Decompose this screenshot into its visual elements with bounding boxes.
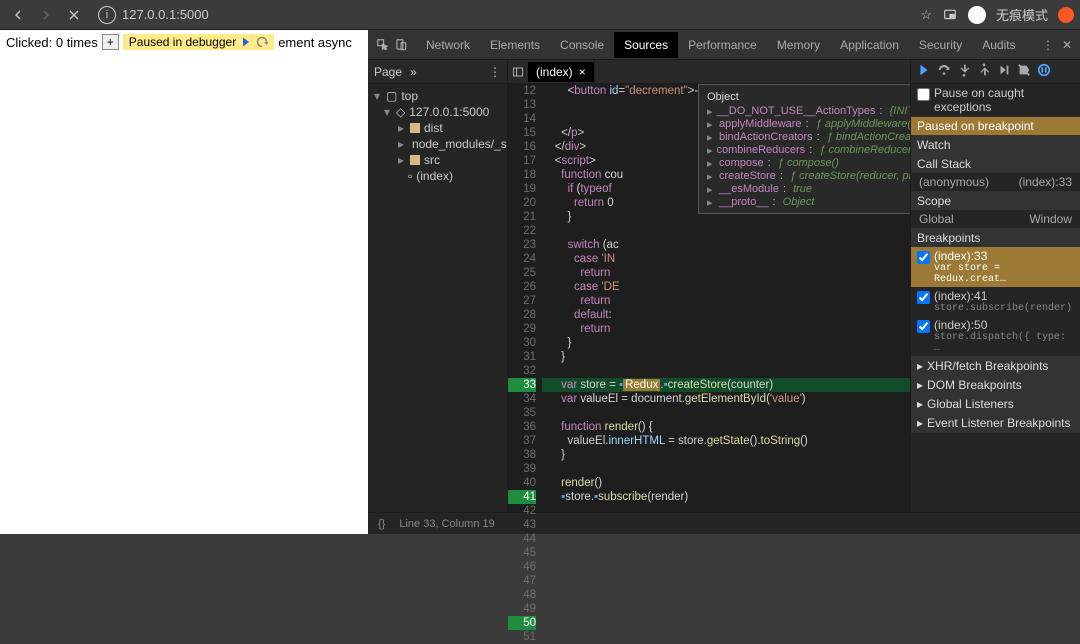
code-lines[interactable]: Object ▸__DO_NOT_USE__ActionTypes: {INIT… bbox=[542, 84, 910, 512]
inspect-icon[interactable] bbox=[376, 38, 390, 52]
code-editor[interactable]: 1213141516171819202122232425262728293031… bbox=[508, 84, 910, 512]
debugger-controls bbox=[910, 60, 1080, 83]
nav-folder-src[interactable]: ▸src bbox=[368, 152, 507, 168]
nav-root-top[interactable]: ▾▢top bbox=[368, 88, 507, 104]
incognito-label: 无痕模式 bbox=[996, 5, 1048, 24]
nav-folder-dist[interactable]: ▸dist bbox=[368, 120, 507, 136]
tab-memory[interactable]: Memory bbox=[767, 32, 830, 58]
device-toggle-icon[interactable] bbox=[394, 38, 408, 52]
scope-global[interactable]: GlobalWindow bbox=[911, 210, 1080, 228]
scope-section[interactable]: Scope bbox=[911, 192, 1080, 210]
breakpoints-section[interactable]: Breakpoints bbox=[911, 229, 1080, 247]
object-preview-tooltip[interactable]: Object ▸__DO_NOT_USE__ActionTypes: {INIT… bbox=[698, 84, 910, 214]
stop-reload-button[interactable] bbox=[62, 3, 86, 27]
browser-toolbar: i 127.0.0.1:5000 ☆ 无痕模式 bbox=[0, 0, 1080, 30]
devtools-close-icon[interactable]: ✕ bbox=[1062, 38, 1072, 52]
breakpoint-item-50[interactable]: (index):50store.dispatch({ type: … bbox=[911, 316, 1080, 356]
close-tab-icon[interactable]: × bbox=[579, 65, 586, 79]
pip-icon[interactable] bbox=[942, 8, 958, 22]
sources-navigator: ▾▢top ▾◇127.0.0.1:5000 ▸dist ▸node_modul… bbox=[368, 84, 508, 512]
page-viewport: Clicked: 0 times + Paused in debugger em… bbox=[0, 30, 368, 534]
watch-section[interactable]: Watch bbox=[911, 136, 1080, 154]
breakpoint-item-41[interactable]: (index):41store.subscribe(render) bbox=[911, 287, 1080, 316]
tab-security[interactable]: Security bbox=[909, 32, 972, 58]
url-text[interactable]: 127.0.0.1:5000 bbox=[122, 7, 209, 22]
tab-elements[interactable]: Elements bbox=[480, 32, 550, 58]
tab-sources[interactable]: Sources bbox=[614, 32, 678, 58]
bookmark-star-icon[interactable]: ☆ bbox=[920, 7, 932, 23]
folder-icon bbox=[410, 155, 420, 165]
forward-button[interactable] bbox=[34, 3, 58, 27]
page-trailing-text: ement async bbox=[278, 35, 352, 50]
site-info-icon[interactable]: i bbox=[98, 6, 116, 24]
cursor-position: Line 33, Column 19 bbox=[399, 518, 494, 530]
pause-on-caught-checkbox[interactable]: Pause on caught exceptions bbox=[911, 84, 1080, 116]
page-text: Clicked: 0 times bbox=[6, 35, 98, 50]
paused-in-debugger-banner: Paused in debugger bbox=[123, 34, 274, 50]
toggle-navigator-icon[interactable] bbox=[512, 66, 524, 78]
sources-nav-header: Page » ⋮ bbox=[368, 60, 508, 83]
devtools-tab-bar: Network Elements Console Sources Perform… bbox=[368, 30, 1080, 60]
step-icon[interactable] bbox=[997, 63, 1011, 80]
tooltip-title: Object bbox=[703, 89, 910, 105]
editor-statusbar: {} Line 33, Column 19 bbox=[368, 512, 1080, 534]
pause-exceptions-icon[interactable] bbox=[1037, 63, 1051, 80]
tab-audits[interactable]: Audits bbox=[972, 32, 1025, 58]
tab-performance[interactable]: Performance bbox=[678, 32, 767, 58]
devtools-menu-icon[interactable]: ⋮ bbox=[1042, 38, 1054, 52]
format-braces-icon[interactable]: {} bbox=[378, 518, 385, 530]
breakpoint-item-33[interactable]: (index):33var store = Redux.creat… bbox=[911, 247, 1080, 287]
debugger-sidebar: Pause on caught exceptions Paused on bre… bbox=[910, 84, 1080, 512]
nav-more-icon[interactable]: » bbox=[410, 65, 417, 79]
step-icon[interactable] bbox=[256, 36, 268, 48]
global-listeners-section[interactable]: ▸ Global Listeners bbox=[911, 395, 1080, 413]
nav-file-index[interactable]: ▫(index) bbox=[368, 168, 507, 184]
xhr-breakpoints-section[interactable]: ▸ XHR/fetch Breakpoints bbox=[911, 357, 1080, 375]
nav-host[interactable]: ▾◇127.0.0.1:5000 bbox=[368, 104, 507, 120]
extension-badge-icon[interactable] bbox=[1058, 7, 1074, 23]
nav-menu-icon[interactable]: ⋮ bbox=[489, 65, 501, 79]
line-gutter[interactable]: 1213141516171819202122232425262728293031… bbox=[508, 84, 542, 512]
tab-console[interactable]: Console bbox=[550, 32, 614, 58]
nav-folder-node-modules[interactable]: ▸node_modules/_sym bbox=[368, 136, 507, 152]
callstack-section[interactable]: Call Stack bbox=[911, 155, 1080, 173]
event-listener-breakpoints-section[interactable]: ▸ Event Listener Breakpoints bbox=[911, 414, 1080, 432]
nav-tab-page[interactable]: Page bbox=[374, 65, 402, 79]
tab-application[interactable]: Application bbox=[830, 32, 909, 58]
back-button[interactable] bbox=[6, 3, 30, 27]
tab-network[interactable]: Network bbox=[416, 32, 480, 58]
deactivate-breakpoints-icon[interactable] bbox=[1017, 63, 1031, 80]
resume-icon[interactable] bbox=[240, 36, 252, 48]
step-into-icon[interactable] bbox=[957, 63, 971, 80]
step-out-icon[interactable] bbox=[977, 63, 991, 80]
profile-avatar-icon[interactable] bbox=[968, 6, 986, 24]
paused-message: Paused on breakpoint bbox=[911, 117, 1080, 135]
step-over-icon[interactable] bbox=[937, 63, 951, 80]
file-tab-index[interactable]: (index) × bbox=[528, 62, 594, 82]
increment-button[interactable]: + bbox=[102, 34, 119, 50]
dom-breakpoints-section[interactable]: ▸ DOM Breakpoints bbox=[911, 376, 1080, 394]
callstack-item[interactable]: (anonymous)(index):33 bbox=[911, 173, 1080, 191]
folder-icon bbox=[410, 123, 420, 133]
resume-script-icon[interactable] bbox=[917, 63, 931, 80]
devtools-panel: Network Elements Console Sources Perform… bbox=[368, 30, 1080, 534]
